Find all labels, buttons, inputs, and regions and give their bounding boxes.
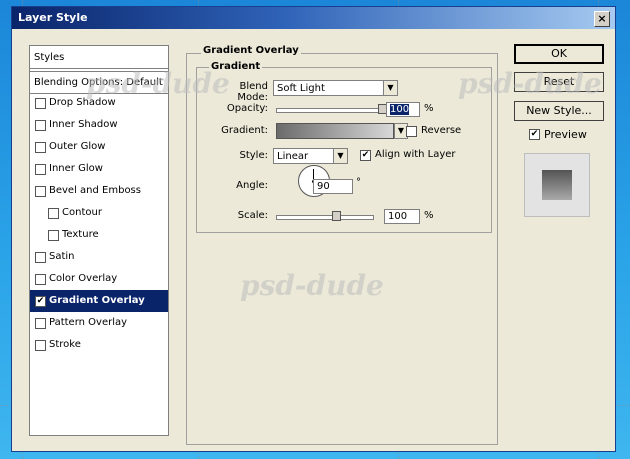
effect-checkbox[interactable] xyxy=(35,340,46,351)
effect-label: Color Overlay xyxy=(49,273,118,284)
effect-item[interactable]: Stroke xyxy=(30,334,168,356)
styles-header[interactable]: Styles xyxy=(30,46,168,69)
scale-slider-thumb[interactable] xyxy=(332,211,341,221)
effect-item[interactable]: Drop Shadow xyxy=(30,92,168,114)
effect-item[interactable]: Inner Glow xyxy=(30,158,168,180)
preview-checkbox[interactable]: ✔ xyxy=(529,129,540,140)
ok-button[interactable]: OK xyxy=(514,44,604,64)
styles-list: Styles Blending Options: Default Drop Sh… xyxy=(29,45,169,436)
styles-header-label: Styles xyxy=(34,52,65,63)
blend-mode-select[interactable]: Soft Light ▼ xyxy=(273,80,398,96)
gradient-preview-swatch[interactable] xyxy=(276,123,394,139)
effect-item[interactable]: ✔ Gradient Overlay xyxy=(30,290,168,312)
reverse-checkbox[interactable] xyxy=(406,126,417,137)
close-button[interactable]: × xyxy=(594,11,610,27)
scale-value: 100 xyxy=(388,211,408,222)
title-bar: Layer Style × xyxy=(12,7,615,29)
scale-slider-track[interactable] xyxy=(276,215,374,220)
effect-item[interactable]: Pattern Overlay xyxy=(30,312,168,334)
opacity-slider-track[interactable] xyxy=(276,108,384,113)
effect-checkbox[interactable] xyxy=(35,142,46,153)
effect-checkbox[interactable] xyxy=(35,186,46,197)
chevron-down-icon: ▼ xyxy=(383,81,397,95)
gradient-label: Gradient: xyxy=(221,125,268,136)
effect-checkbox[interactable]: ✔ xyxy=(35,296,46,307)
align-with-layer-label: Align with Layer xyxy=(375,149,456,160)
preview-box xyxy=(524,153,590,217)
window-title: Layer Style xyxy=(18,11,88,24)
effect-label: Inner Glow xyxy=(49,163,103,174)
blending-options-item[interactable]: Blending Options: Default xyxy=(30,71,168,94)
effect-checkbox[interactable] xyxy=(35,318,46,329)
effect-label: Inner Shadow xyxy=(49,119,118,130)
section-title: Gradient Overlay xyxy=(201,45,301,56)
preview-swatch xyxy=(542,170,572,200)
blend-mode-label: Blend Mode: xyxy=(237,81,268,103)
group-title: Gradient xyxy=(209,61,263,72)
angle-value: 90 xyxy=(317,181,330,192)
effect-item[interactable]: Satin xyxy=(30,246,168,268)
effect-checkbox[interactable] xyxy=(35,164,46,175)
effect-label: Bevel and Emboss xyxy=(49,185,141,196)
effect-checkbox[interactable] xyxy=(35,98,46,109)
reset-button[interactable]: Reset xyxy=(514,72,604,92)
effect-checkbox[interactable] xyxy=(35,274,46,285)
align-with-layer-checkbox[interactable]: ✔ xyxy=(360,150,371,161)
blend-mode-value: Soft Light xyxy=(277,83,325,94)
effect-label: Texture xyxy=(62,229,99,240)
opacity-input[interactable]: 100 xyxy=(386,102,420,117)
check-icon: ✔ xyxy=(36,296,45,306)
opacity-unit: % xyxy=(424,103,434,114)
effect-label: Pattern Overlay xyxy=(49,317,128,328)
effect-label: Drop Shadow xyxy=(49,97,116,108)
opacity-label: Opacity: xyxy=(226,103,268,114)
scale-label: Scale: xyxy=(237,210,268,221)
opacity-value: 100 xyxy=(390,104,410,115)
preview-label: Preview xyxy=(544,128,587,141)
effect-label: Gradient Overlay xyxy=(49,295,145,306)
check-icon: ✔ xyxy=(530,129,539,139)
angle-label: Angle: xyxy=(236,180,268,191)
effect-label: Contour xyxy=(62,207,102,218)
effect-checkbox[interactable] xyxy=(48,230,59,241)
effect-label: Stroke xyxy=(49,339,81,350)
style-select[interactable]: Linear ▼ xyxy=(273,148,348,164)
new-style-button[interactable]: New Style... xyxy=(514,101,604,121)
effect-checkbox[interactable] xyxy=(35,252,46,263)
effect-item[interactable]: Outer Glow xyxy=(30,136,168,158)
effect-item[interactable]: Contour xyxy=(30,202,168,224)
check-icon: ✔ xyxy=(361,150,370,160)
style-label: Style: xyxy=(239,150,269,161)
angle-unit: ° xyxy=(356,177,361,188)
layer-style-dialog: Layer Style × Styles Blending Options: D… xyxy=(11,6,616,452)
blending-options-label: Blending Options: Default xyxy=(34,77,163,88)
effect-item[interactable]: Texture xyxy=(30,224,168,246)
effect-label: Satin xyxy=(49,251,75,262)
effect-item[interactable]: Inner Shadow xyxy=(30,114,168,136)
effect-label: Outer Glow xyxy=(49,141,106,152)
angle-input[interactable]: 90 xyxy=(313,179,353,194)
scale-input[interactable]: 100 xyxy=(384,209,420,224)
scale-unit: % xyxy=(424,210,434,221)
style-value: Linear xyxy=(277,151,309,162)
reverse-label: Reverse xyxy=(421,125,462,136)
effect-item[interactable]: Bevel and Emboss xyxy=(30,180,168,202)
chevron-down-icon: ▼ xyxy=(333,149,347,163)
effect-item[interactable]: Color Overlay xyxy=(30,268,168,290)
effect-checkbox[interactable] xyxy=(35,120,46,131)
effect-checkbox[interactable] xyxy=(48,208,59,219)
